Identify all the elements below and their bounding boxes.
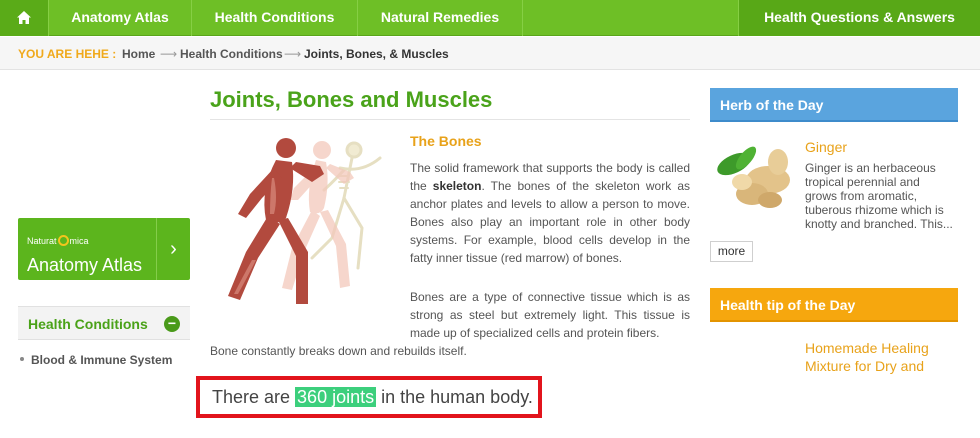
health-tip-link[interactable]: Homemade Healing Mixture for Dry and — [805, 339, 955, 375]
running-anatomy-figures-image — [228, 138, 382, 304]
health-tip-header: Health tip of the Day — [710, 288, 958, 322]
breadcrumb-health-conditions-link[interactable]: Health Conditions — [180, 37, 283, 71]
herb-description: Ginger is an herbaceous tropical perenni… — [805, 161, 953, 231]
chevron-right-icon[interactable]: › — [156, 218, 190, 280]
sidebar-item-blood-immune[interactable]: Blood & Immune System — [20, 353, 172, 367]
home-icon — [17, 11, 31, 24]
nav-anatomy-atlas[interactable]: Anatomy Atlas — [49, 0, 192, 36]
fact-callout: There are 360 joints in the human body. — [196, 376, 542, 418]
collapse-icon[interactable]: − — [164, 316, 180, 332]
ginger-image — [717, 146, 790, 208]
breadcrumb: YOU ARE HEHE : Home ⟶ Health Conditions … — [0, 37, 980, 70]
nav-health-conditions[interactable]: Health Conditions — [192, 0, 358, 36]
breadcrumb-current: Joints, Bones, & Muscles — [304, 47, 449, 61]
page-title: Joints, Bones and Muscles — [210, 87, 493, 112]
paragraph-connective-tissue: Bones are a type of connective tissue wh… — [410, 290, 690, 340]
nav-health-questions-answers[interactable]: Health Questions & Answers — [738, 0, 980, 36]
section-title: The Bones — [410, 133, 482, 149]
health-conditions-toggle[interactable]: Health Conditions − — [18, 306, 190, 340]
bullet-icon — [20, 357, 24, 361]
health-conditions-label: Health Conditions — [28, 316, 148, 332]
home-button[interactable] — [0, 0, 49, 36]
fact-text: There are 360 joints in the human body. — [212, 387, 533, 407]
herb-of-the-day-header: Herb of the Day — [710, 88, 958, 122]
nav-natural-remedies[interactable]: Natural Remedies — [358, 0, 523, 36]
more-button[interactable]: more — [710, 241, 753, 262]
herb-name[interactable]: Ginger — [805, 139, 847, 155]
naturalomica-logo: Naturat mica — [27, 235, 89, 246]
breadcrumb-arrow: ⟶ — [160, 47, 178, 61]
anatomy-atlas-title: Anatomy Atlas — [27, 255, 143, 275]
breadcrumb-arrow: ⟶ — [284, 47, 302, 61]
divider — [210, 119, 690, 120]
top-navigation: Anatomy Atlas Health Conditions Natural … — [0, 0, 980, 36]
paragraph-bones-intro: The solid framework that supports the bo… — [410, 161, 690, 265]
breadcrumb-label: YOU ARE HEHE : — [18, 47, 117, 61]
anatomy-atlas-card[interactable]: Naturat mica Anatomy Atlas › — [18, 218, 190, 280]
highlighted-text: 360 joints — [295, 387, 377, 407]
breadcrumb-home-link[interactable]: Home — [122, 37, 155, 71]
paragraph-bone-rebuild: Bone constantly breaks down and rebuilds… — [210, 344, 467, 358]
